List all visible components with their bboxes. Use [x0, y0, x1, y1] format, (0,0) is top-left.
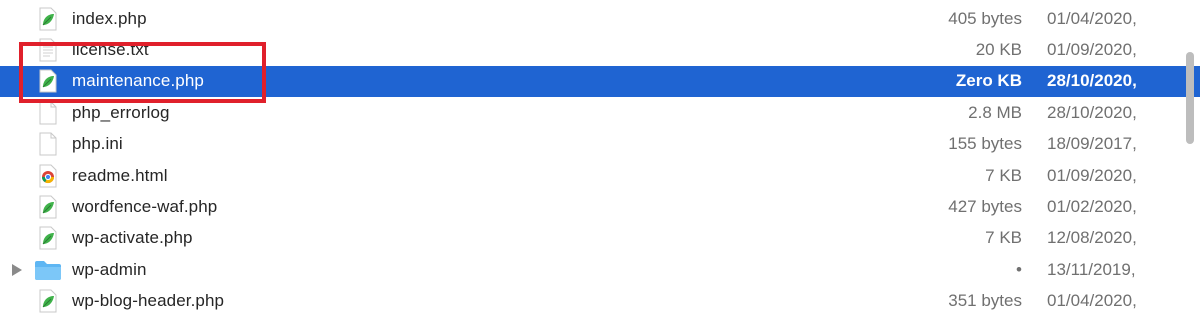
- blank-file-icon: [38, 101, 58, 125]
- file-date: 01/02/2020,: [1047, 197, 1137, 217]
- file-row-wp-admin[interactable]: wp-admin • 13/11/2019,: [0, 254, 1200, 285]
- php-file-icon: [38, 7, 58, 31]
- php-file-icon: [38, 289, 58, 313]
- file-date: 01/09/2020,: [1047, 165, 1137, 185]
- file-name: php_errorlog: [72, 102, 170, 122]
- file-row-php-ini[interactable]: php.ini 155 bytes 18/09/2017,: [0, 129, 1200, 160]
- file-row-index-php[interactable]: index.php 405 bytes 01/04/2020,: [0, 3, 1200, 34]
- vertical-scrollbar[interactable]: [1186, 52, 1194, 144]
- file-date: 01/04/2020,: [1047, 291, 1137, 311]
- html-file-icon: [38, 164, 58, 188]
- file-size: 351 bytes: [948, 291, 1022, 311]
- file-date: 01/09/2020,: [1047, 40, 1137, 60]
- file-size: 427 bytes: [948, 197, 1022, 217]
- file-row-wp-blog-header-php[interactable]: wp-blog-header.php 351 bytes 01/04/2020,: [0, 286, 1200, 317]
- php-file-icon: [38, 226, 58, 250]
- blank-file-icon: [38, 132, 58, 156]
- file-date: 12/08/2020,: [1047, 228, 1137, 248]
- file-row-wordfence-waf-php[interactable]: wordfence-waf.php 427 bytes 01/02/2020,: [0, 191, 1200, 222]
- folder-icon: [34, 259, 62, 281]
- php-file-icon: [38, 195, 58, 219]
- file-name: wp-admin: [72, 259, 147, 279]
- file-size: 2.8 MB: [968, 102, 1022, 122]
- file-name: php.ini: [72, 134, 123, 154]
- file-size: 155 bytes: [948, 134, 1022, 154]
- file-name: wp-activate.php: [72, 228, 193, 248]
- file-row-wp-activate-php[interactable]: wp-activate.php 7 KB 12/08/2020,: [0, 223, 1200, 254]
- annotation-highlight-box: [19, 42, 266, 103]
- file-name: wp-blog-header.php: [72, 291, 225, 311]
- file-date: 13/11/2019,: [1047, 259, 1136, 279]
- file-size: 7 KB: [985, 165, 1022, 185]
- file-size: •: [1016, 259, 1022, 279]
- file-size: 20 KB: [975, 40, 1022, 60]
- file-name: readme.html: [72, 165, 168, 185]
- file-date: 28/10/2020,: [1047, 71, 1137, 91]
- file-size: 405 bytes: [948, 8, 1022, 28]
- file-name: wordfence-waf.php: [72, 197, 218, 217]
- file-date: 28/10/2020,: [1047, 102, 1137, 122]
- file-size: Zero KB: [955, 71, 1022, 91]
- file-date: 01/04/2020,: [1047, 8, 1137, 28]
- file-date: 18/09/2017,: [1047, 134, 1137, 154]
- file-name: index.php: [72, 8, 147, 28]
- file-row-readme-html[interactable]: readme.html 7 KB 01/09/2020,: [0, 160, 1200, 191]
- disclosure-triangle-icon[interactable]: [12, 263, 22, 276]
- file-size: 7 KB: [985, 228, 1022, 248]
